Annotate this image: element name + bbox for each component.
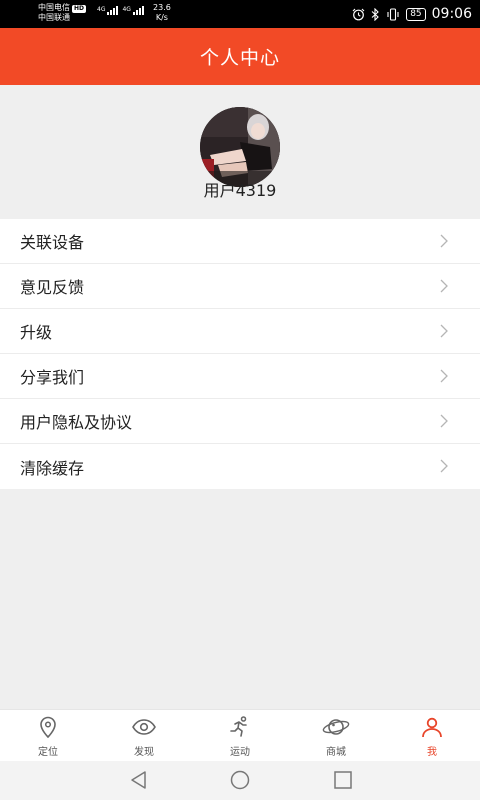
menu-item-upgrade[interactable]: 升级 [0,309,480,354]
signal-icon: 4G 4G [97,6,144,15]
menu-item-share[interactable]: 分享我们 [0,354,480,399]
chevron-right-icon [440,414,448,428]
app-header: 个人中心 [0,28,480,85]
menu-item-label: 意见反馈 [20,278,85,297]
menu-item-clear-cache[interactable]: 清除缓存 [0,444,480,489]
username: 用户4319 [203,181,277,200]
menu-item-label: 用户隐私及协议 [20,413,133,432]
profile-section: 用户4319 [0,85,480,218]
menu-item-linked-devices[interactable]: 关联设备 [0,219,480,264]
chevron-right-icon [440,369,448,383]
speed-unit: K/s [155,13,168,22]
home-circle-icon[interactable] [229,770,251,790]
tab-location[interactable]: 定位 [0,710,96,762]
bluetooth-icon [371,7,380,21]
battery-level: 85 [406,7,426,21]
clock: 09:06 [431,6,472,22]
recents-square-icon[interactable] [333,770,353,790]
tab-discover[interactable]: 发现 [96,710,192,762]
chevron-right-icon [440,279,448,293]
status-bar: 中国电信 HD 中国联通 4G 4G 23.6 K/s 85 09:06 [0,0,480,28]
runner-icon [230,716,247,737]
tab-label: 发现 [134,747,154,758]
menu-item-label: 分享我们 [20,368,85,387]
tab-mall[interactable]: 商城 [288,710,384,762]
avatar[interactable] [200,107,280,187]
chevron-right-icon [440,324,448,338]
hd-badge: HD [72,5,87,13]
tab-label: 运动 [230,747,250,758]
chevron-right-icon [440,459,448,473]
tab-label: 定位 [38,747,58,758]
tab-sport[interactable]: 运动 [192,710,288,762]
settings-menu: 关联设备 意见反馈 升级 分享我们 用户隐私及协议 清除缓存 [0,219,480,489]
network-type-2: 4G [122,6,131,13]
network-type-1: 4G [97,6,106,13]
menu-item-feedback[interactable]: 意见反馈 [0,264,480,309]
carrier-info: 中国电信 HD 中国联通 [38,3,87,23]
menu-item-label: 关联设备 [20,233,85,252]
menu-item-label: 升级 [20,323,53,342]
back-triangle-icon[interactable] [129,770,147,790]
menu-item-privacy[interactable]: 用户隐私及协议 [0,399,480,444]
tab-label: 我 [427,747,437,758]
vibrate-icon [386,7,400,21]
chevron-right-icon [440,234,448,248]
tab-label: 商城 [326,747,346,758]
location-pin-icon [40,716,56,739]
tab-me[interactable]: 我 [384,710,480,762]
planet-icon [322,719,350,735]
eye-icon [132,719,156,735]
page-title: 个人中心 [199,47,280,69]
bottom-tab-bar: 定位 发现 运动 商城 我 [0,709,480,761]
carrier-1: 中国电信 [38,3,70,12]
alarm-icon [352,8,365,21]
network-speed: 23.6 K/s [153,3,171,23]
carrier-2: 中国联通 [38,13,70,22]
menu-item-label: 清除缓存 [20,458,85,478]
person-icon [422,717,442,738]
speed-value: 23.6 [153,3,171,12]
system-navigation-bar [0,761,480,800]
